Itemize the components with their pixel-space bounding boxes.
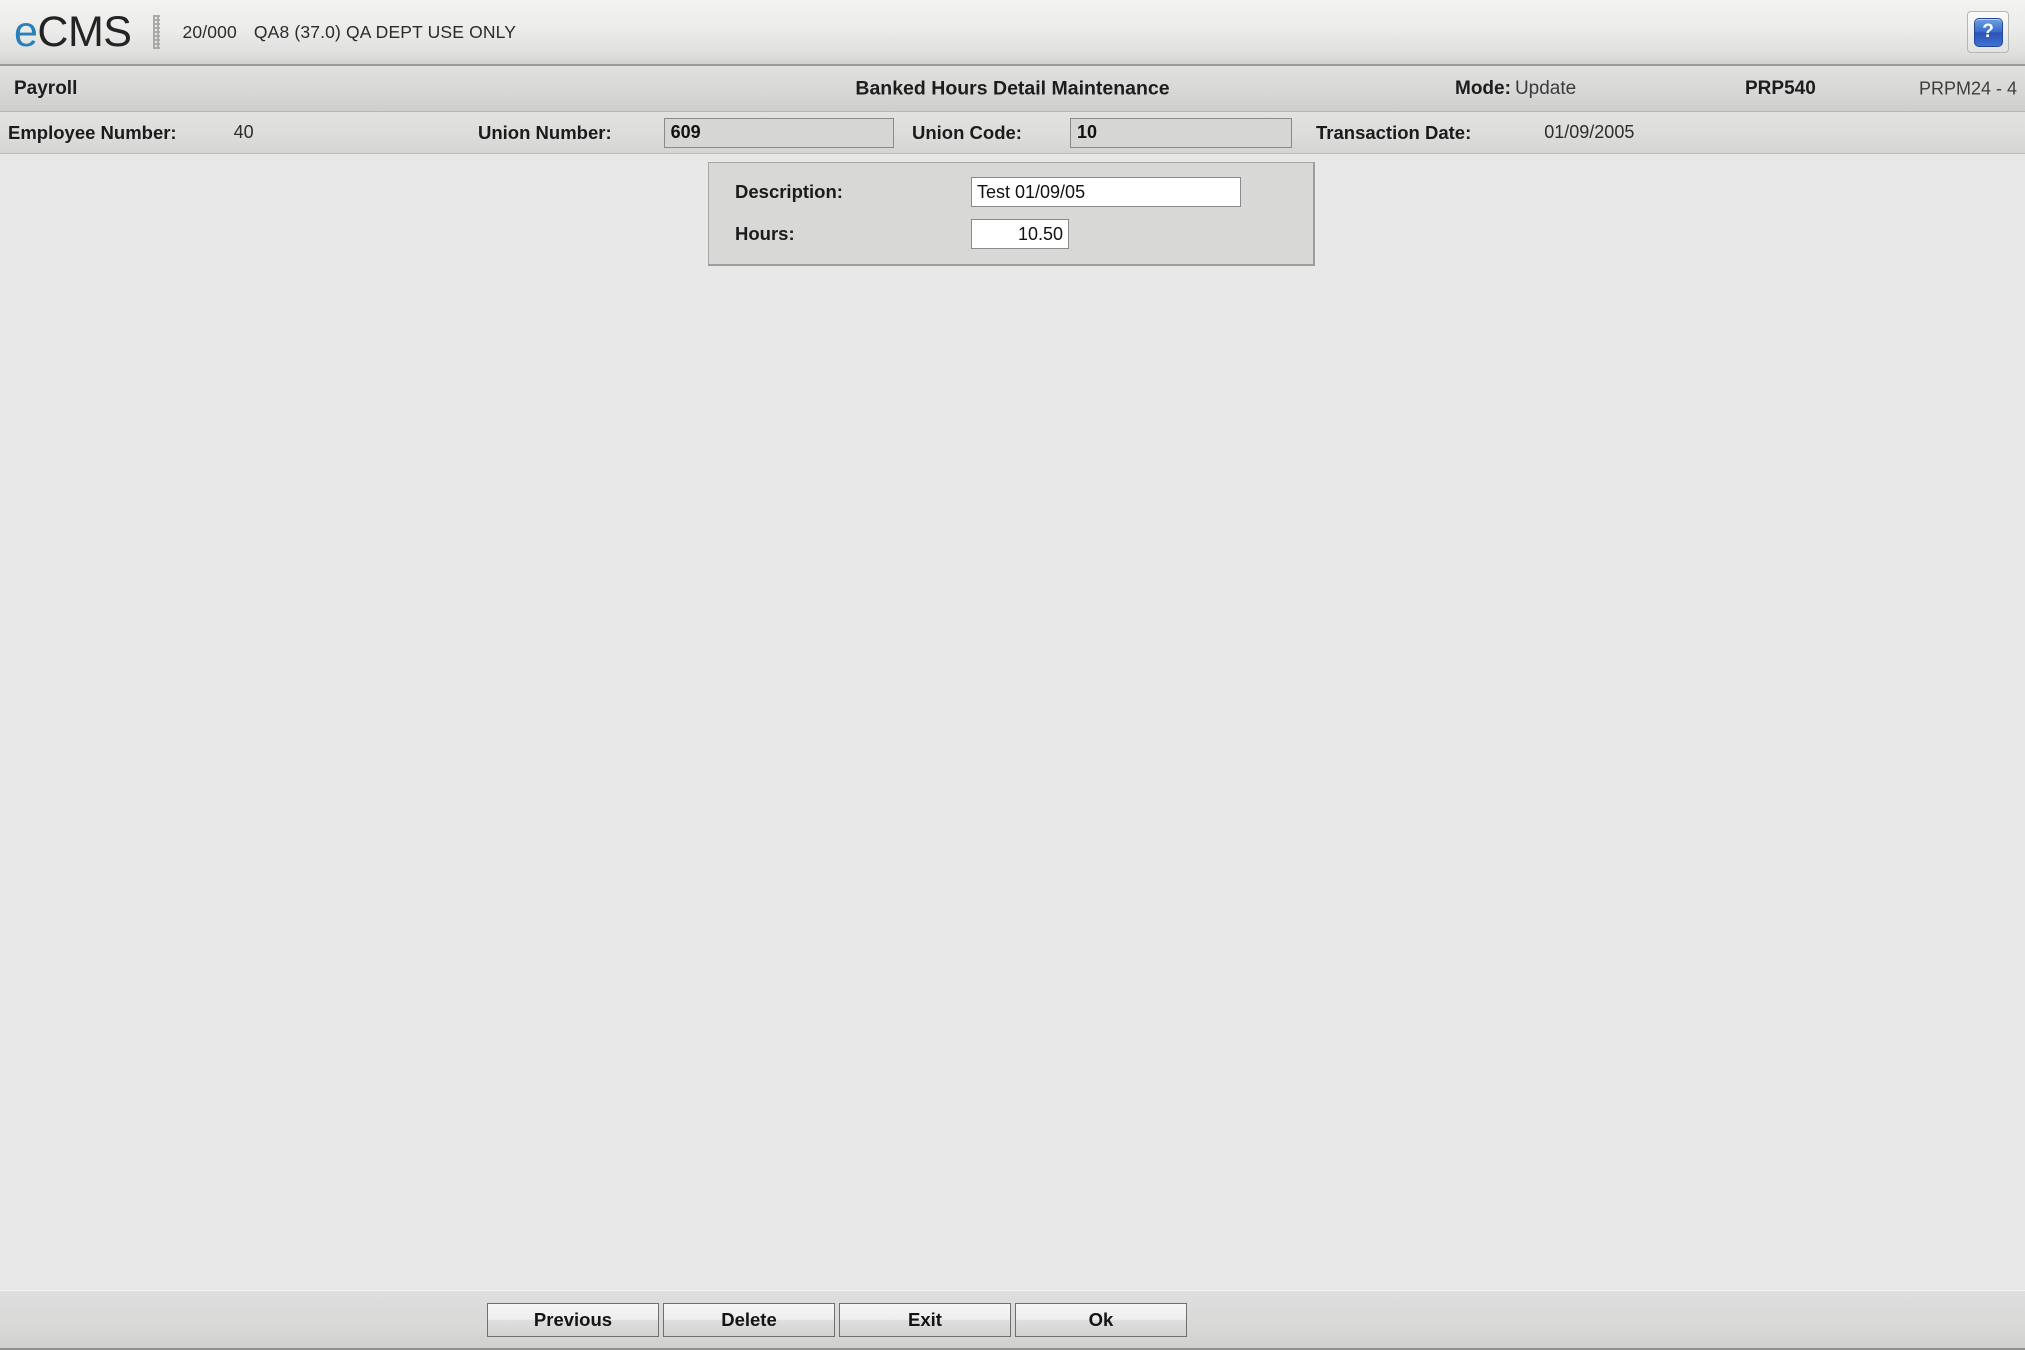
union-code-label: Union Code: xyxy=(912,121,1022,143)
module-name: Payroll xyxy=(14,77,78,99)
banked-hours-detail-panel: Description: Hours: xyxy=(708,162,1315,266)
main-content-area: Description: Hours: xyxy=(0,154,2025,1290)
ecms-logo: e CMS xyxy=(14,7,132,56)
question-mark-icon: ? xyxy=(1973,17,2003,47)
help-button[interactable]: ? xyxy=(1967,11,2009,53)
key-field-bar: Employee Number: 40 Union Number: Union … xyxy=(0,112,2025,154)
union-number-field-group: Union Number: xyxy=(478,117,894,148)
transaction-date-value: 01/09/2005 xyxy=(1544,122,1635,142)
logo-e-text: e xyxy=(14,7,38,56)
union-code-field-group: Union Code: xyxy=(912,117,1292,148)
session-info: 20/000 QA8 (37.0) QA DEPT USE ONLY xyxy=(182,22,516,43)
union-code-input[interactable] xyxy=(1069,117,1292,148)
dotted-separator-icon xyxy=(153,15,161,49)
action-button-bar: Previous Delete Exit Ok xyxy=(0,1290,2025,1350)
mode-value: Update xyxy=(1514,77,1577,99)
mode-indicator: Mode: Update xyxy=(1455,78,1576,100)
delete-button[interactable]: Delete xyxy=(663,1302,835,1337)
union-number-label: Union Number: xyxy=(478,121,612,143)
hours-row: Hours: xyxy=(709,213,1313,255)
description-row: Description: xyxy=(709,171,1313,213)
description-label: Description: xyxy=(735,181,843,202)
ok-button[interactable]: Ok xyxy=(1015,1302,1187,1337)
brand-bar: e CMS 20/000 QA8 (37.0) QA DEPT USE ONLY ? xyxy=(0,0,2025,66)
transaction-date-label: Transaction Date: xyxy=(1316,121,1472,143)
session-id-text: 20/000 xyxy=(182,21,237,42)
mode-label: Mode: xyxy=(1455,77,1511,99)
logo-cms-text: CMS xyxy=(37,7,132,56)
hours-input[interactable] xyxy=(971,219,1069,249)
employee-number-field-group: Employee Number: 40 xyxy=(8,122,254,144)
exit-button[interactable]: Exit xyxy=(839,1302,1011,1337)
previous-button[interactable]: Previous xyxy=(487,1302,659,1337)
session-environment-text: QA8 (37.0) QA DEPT USE ONLY xyxy=(253,21,517,42)
hours-label: Hours: xyxy=(735,223,795,244)
ecms-application-window: e CMS 20/000 QA8 (37.0) QA DEPT USE ONLY ?… xyxy=(0,0,2025,1350)
description-input[interactable] xyxy=(971,177,1241,207)
program-id: PRP540 xyxy=(1745,77,1816,99)
union-number-input[interactable] xyxy=(663,117,894,148)
employee-number-value: 40 xyxy=(233,122,254,142)
title-bar: Payroll Banked Hours Detail Maintenance … xyxy=(0,66,2025,112)
page-title: Banked Hours Detail Maintenance xyxy=(855,77,1170,99)
employee-number-label: Employee Number: xyxy=(8,121,177,143)
screen-id: PRPM24 - 4 xyxy=(1918,78,2017,98)
transaction-date-field-group: Transaction Date: 01/09/2005 xyxy=(1316,122,1634,144)
